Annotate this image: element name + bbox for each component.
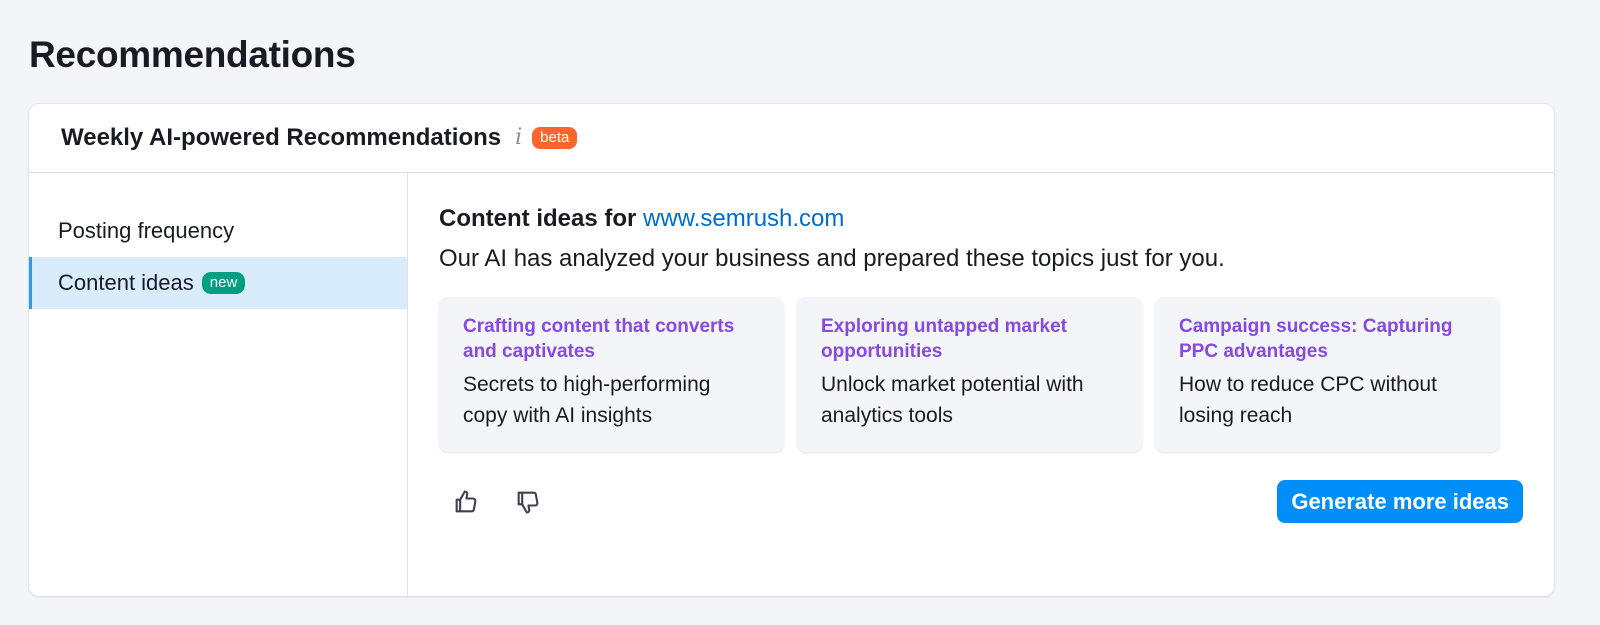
feedback-buttons bbox=[439, 485, 545, 519]
idea-text: How to reduce CPC without losing reach bbox=[1179, 373, 1437, 427]
sidebar-item-label: Content ideas bbox=[58, 270, 194, 295]
idea-title: Crafting content that converts and capti… bbox=[463, 316, 735, 362]
sidebar-item-posting-frequency[interactable]: Posting frequency bbox=[29, 205, 407, 257]
panel-title-prefix: Content ideas for bbox=[439, 205, 637, 232]
thumbs-up-icon[interactable] bbox=[449, 485, 483, 519]
info-icon[interactable]: i bbox=[515, 127, 522, 149]
card-title: Weekly AI-powered Recommendations bbox=[61, 124, 502, 151]
panel-footer: Generate more ideas bbox=[439, 480, 1523, 523]
sidebar-item-label: Posting frequency bbox=[58, 218, 235, 243]
card-body: Posting frequency Content ideas new Cont… bbox=[29, 173, 1554, 596]
new-badge: new bbox=[201, 272, 246, 294]
idea-title: Campaign success: Capturing PPC advantag… bbox=[1179, 316, 1453, 362]
sidebar: Posting frequency Content ideas new bbox=[29, 173, 408, 596]
beta-badge: beta bbox=[532, 127, 578, 149]
idea-card[interactable]: Crafting content that converts and capti… bbox=[439, 297, 784, 452]
recommendations-card: Weekly AI-powered Recommendations i beta… bbox=[29, 104, 1554, 596]
idea-list: Crafting content that converts and capti… bbox=[439, 297, 1522, 452]
thumbs-down-icon[interactable] bbox=[511, 485, 545, 519]
idea-text: Secrets to high-performing copy with AI … bbox=[463, 373, 711, 427]
card-header: Weekly AI-powered Recommendations i beta bbox=[29, 104, 1554, 173]
idea-title: Exploring untapped market opportunities bbox=[821, 316, 1067, 362]
idea-text: Unlock market potential with analytics t… bbox=[821, 373, 1084, 427]
panel-subtitle: Our AI has analyzed your business and pr… bbox=[439, 245, 1225, 272]
sidebar-item-content-ideas[interactable]: Content ideas new bbox=[29, 257, 407, 309]
page-title: Recommendations bbox=[29, 34, 356, 75]
content-ideas-panel: Content ideas for www.semrush.com Our AI… bbox=[408, 173, 1554, 596]
generate-more-ideas-button[interactable]: Generate more ideas bbox=[1277, 480, 1523, 523]
idea-card[interactable]: Campaign success: Capturing PPC advantag… bbox=[1155, 297, 1500, 452]
domain-link[interactable]: www.semrush.com bbox=[643, 205, 844, 232]
panel-title: Content ideas for www.semrush.com bbox=[439, 205, 1522, 233]
idea-card[interactable]: Exploring untapped market opportunities … bbox=[797, 297, 1142, 452]
